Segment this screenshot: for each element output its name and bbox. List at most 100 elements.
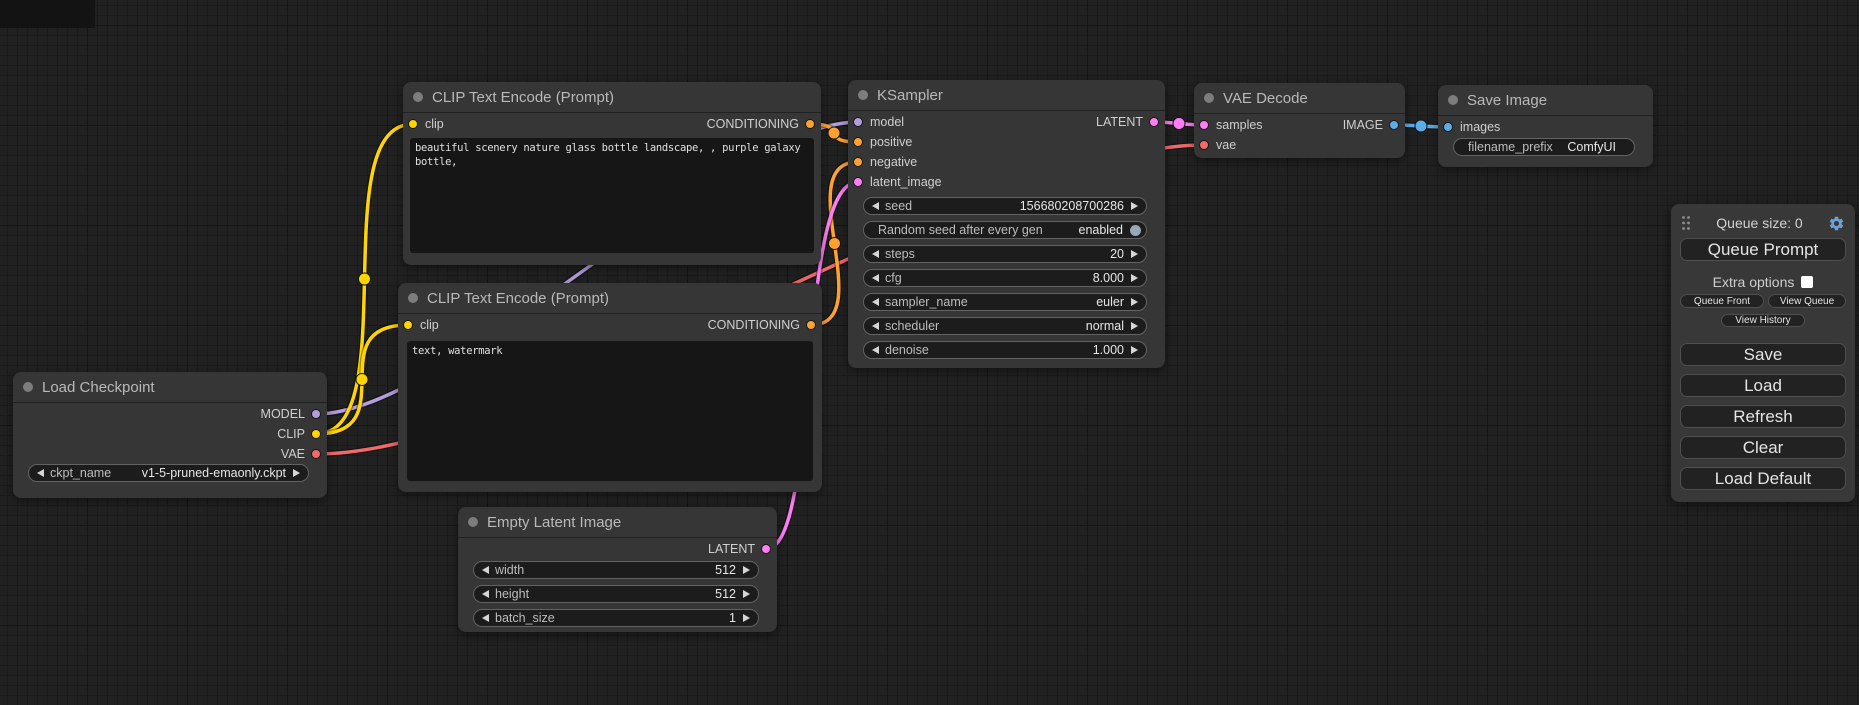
widget-value: enabled (1079, 223, 1124, 237)
node-ksampler-ksampler[interactable]: KSamplermodelpositivenegativelatent_imag… (848, 80, 1165, 368)
widget-filename-prefix[interactable]: filename_prefixComfyUI (1453, 138, 1635, 156)
node-clip-text-encode-prompt-clip1[interactable]: CLIP Text Encode (Prompt)clipCONDITIONIN… (403, 82, 821, 265)
toggle-circle-icon[interactable] (1130, 225, 1141, 236)
link-midpoint-dot-clip-to-negative-encoder[interactable] (356, 374, 368, 386)
queue-panel: Queue size: 0 Queue Prompt Extra options… (1671, 204, 1855, 502)
stepper-right-arrow-icon[interactable] (293, 469, 300, 477)
node-title-bar[interactable]: KSampler (848, 80, 1165, 111)
widget-batch-size[interactable]: batch_size1 (473, 609, 759, 627)
link-midpoint-dot-positive-conditioning[interactable] (828, 127, 840, 139)
load-button[interactable]: Load (1680, 374, 1846, 397)
collapse-dot[interactable] (1448, 95, 1458, 105)
output-port-latent[interactable] (1149, 117, 1159, 127)
output-port-conditioning[interactable] (806, 320, 816, 330)
link-midpoint-dot-negative-conditioning[interactable] (829, 238, 841, 250)
load-default-button[interactable]: Load Default (1680, 467, 1846, 490)
widget-height[interactable]: height512 (473, 585, 759, 603)
stepper-right-arrow-icon[interactable] (1131, 202, 1138, 210)
widget-width[interactable]: width512 (473, 561, 759, 579)
queue-prompt-button[interactable]: Queue Prompt (1680, 238, 1846, 261)
save-button[interactable]: Save (1680, 343, 1846, 366)
queue-panel-header: Queue size: 0 (1681, 212, 1845, 234)
drag-handle-icon[interactable] (1681, 215, 1691, 231)
prompt-textarea[interactable]: beautiful scenery nature glass bottle la… (410, 138, 814, 253)
node-title-bar[interactable]: Save Image (1438, 85, 1653, 116)
widget-random-seed-after-every-gen[interactable]: Random seed after every genenabled (863, 221, 1147, 239)
view-history-button[interactable]: View History (1721, 314, 1805, 327)
node-load-checkpoint-ckpt[interactable]: Load CheckpointMODELCLIPVAEckpt_namev1-5… (13, 372, 327, 498)
output-port-clip[interactable] (311, 429, 321, 439)
stepper-right-arrow-icon[interactable] (743, 590, 750, 598)
collapse-dot[interactable] (23, 382, 33, 392)
input-port-latent-image[interactable] (853, 177, 863, 187)
widget-sampler-name[interactable]: sampler_nameeuler (863, 293, 1147, 311)
stepper-left-arrow-icon[interactable] (37, 469, 44, 477)
view-queue-button[interactable]: View Queue (1768, 294, 1846, 308)
stepper-right-arrow-icon[interactable] (743, 566, 750, 574)
queue-front-button[interactable]: Queue Front (1680, 294, 1764, 308)
input-port-positive[interactable] (853, 137, 863, 147)
gear-icon[interactable] (1828, 215, 1845, 232)
widget-denoise[interactable]: denoise1.000 (863, 341, 1147, 359)
input-port-samples[interactable] (1199, 120, 1209, 130)
widget-ckpt-name[interactable]: ckpt_namev1-5-pruned-emaonly.ckpt (28, 464, 309, 482)
node-empty-latent-image-latent[interactable]: Empty Latent ImageLATENTwidth512height51… (458, 507, 777, 632)
stepper-right-arrow-icon[interactable] (1131, 250, 1138, 258)
stepper-left-arrow-icon[interactable] (872, 322, 879, 330)
stepper-left-arrow-icon[interactable] (482, 566, 489, 574)
node-save-image-save[interactable]: Save Imageimagesfilename_prefixComfyUI (1438, 85, 1653, 167)
output-label-vae: VAE (281, 446, 305, 462)
input-port-images[interactable] (1443, 122, 1453, 132)
stepper-left-arrow-icon[interactable] (872, 346, 879, 354)
stepper-right-arrow-icon[interactable] (743, 614, 750, 622)
widget-steps[interactable]: steps20 (863, 245, 1147, 263)
collapse-dot[interactable] (1204, 93, 1214, 103)
widget-scheduler[interactable]: schedulernormal (863, 317, 1147, 335)
stepper-left-arrow-icon[interactable] (482, 590, 489, 598)
input-port-vae[interactable] (1199, 140, 1209, 150)
collapse-dot[interactable] (408, 293, 418, 303)
input-port-negative[interactable] (853, 157, 863, 167)
stepper-right-arrow-icon[interactable] (1131, 322, 1138, 330)
input-port-clip[interactable] (408, 119, 418, 129)
input-port-clip[interactable] (403, 320, 413, 330)
link-midpoint-dot-image-to-save[interactable] (1415, 120, 1427, 132)
widget-seed[interactable]: seed156680208700286 (863, 197, 1147, 215)
output-port-image[interactable] (1389, 120, 1399, 130)
output-port-latent[interactable] (761, 544, 771, 554)
node-vae-decode-vae[interactable]: VAE DecodesamplesvaeIMAGE (1194, 83, 1405, 158)
collapse-dot[interactable] (468, 517, 478, 527)
node-title-bar[interactable]: Load Checkpoint (13, 372, 327, 403)
node-title-bar[interactable]: CLIP Text Encode (Prompt) (403, 82, 821, 113)
stepper-left-arrow-icon[interactable] (872, 298, 879, 306)
prompt-textarea[interactable]: text, watermark (407, 341, 813, 481)
extra-options-row: Extra options (1671, 274, 1855, 290)
clear-button[interactable]: Clear (1680, 436, 1846, 459)
graph-canvas[interactable]: Load CheckpointMODELCLIPVAEckpt_namev1-5… (0, 0, 1859, 705)
widget-label: denoise (885, 343, 929, 357)
output-port-vae[interactable] (311, 449, 321, 459)
extra-options-checkbox[interactable] (1801, 276, 1813, 288)
refresh-button[interactable]: Refresh (1680, 405, 1846, 428)
node-title-bar[interactable]: VAE Decode (1194, 83, 1405, 114)
input-port-model[interactable] (853, 117, 863, 127)
collapse-dot[interactable] (858, 90, 868, 100)
widget-cfg[interactable]: cfg8.000 (863, 269, 1147, 287)
stepper-right-arrow-icon[interactable] (1131, 346, 1138, 354)
stepper-right-arrow-icon[interactable] (1131, 298, 1138, 306)
stepper-left-arrow-icon[interactable] (872, 274, 879, 282)
input-label-clip: clip (425, 116, 444, 132)
node-title-bar[interactable]: CLIP Text Encode (Prompt) (398, 283, 822, 314)
collapse-dot[interactable] (413, 92, 423, 102)
stepper-right-arrow-icon[interactable] (1131, 274, 1138, 282)
stepper-left-arrow-icon[interactable] (872, 250, 879, 258)
stepper-left-arrow-icon[interactable] (872, 202, 879, 210)
node-clip-text-encode-prompt-clip2[interactable]: CLIP Text Encode (Prompt)clipCONDITIONIN… (398, 283, 822, 492)
link-midpoint-dot-latent-to-decoder[interactable] (1173, 118, 1185, 130)
node-title-bar[interactable]: Empty Latent Image (458, 507, 777, 538)
stepper-left-arrow-icon[interactable] (482, 614, 489, 622)
output-port-model[interactable] (311, 409, 321, 419)
node-title: VAE Decode (1223, 90, 1308, 107)
link-midpoint-dot-clip-to-positive-encoder[interactable] (359, 273, 371, 285)
output-port-conditioning[interactable] (805, 119, 815, 129)
